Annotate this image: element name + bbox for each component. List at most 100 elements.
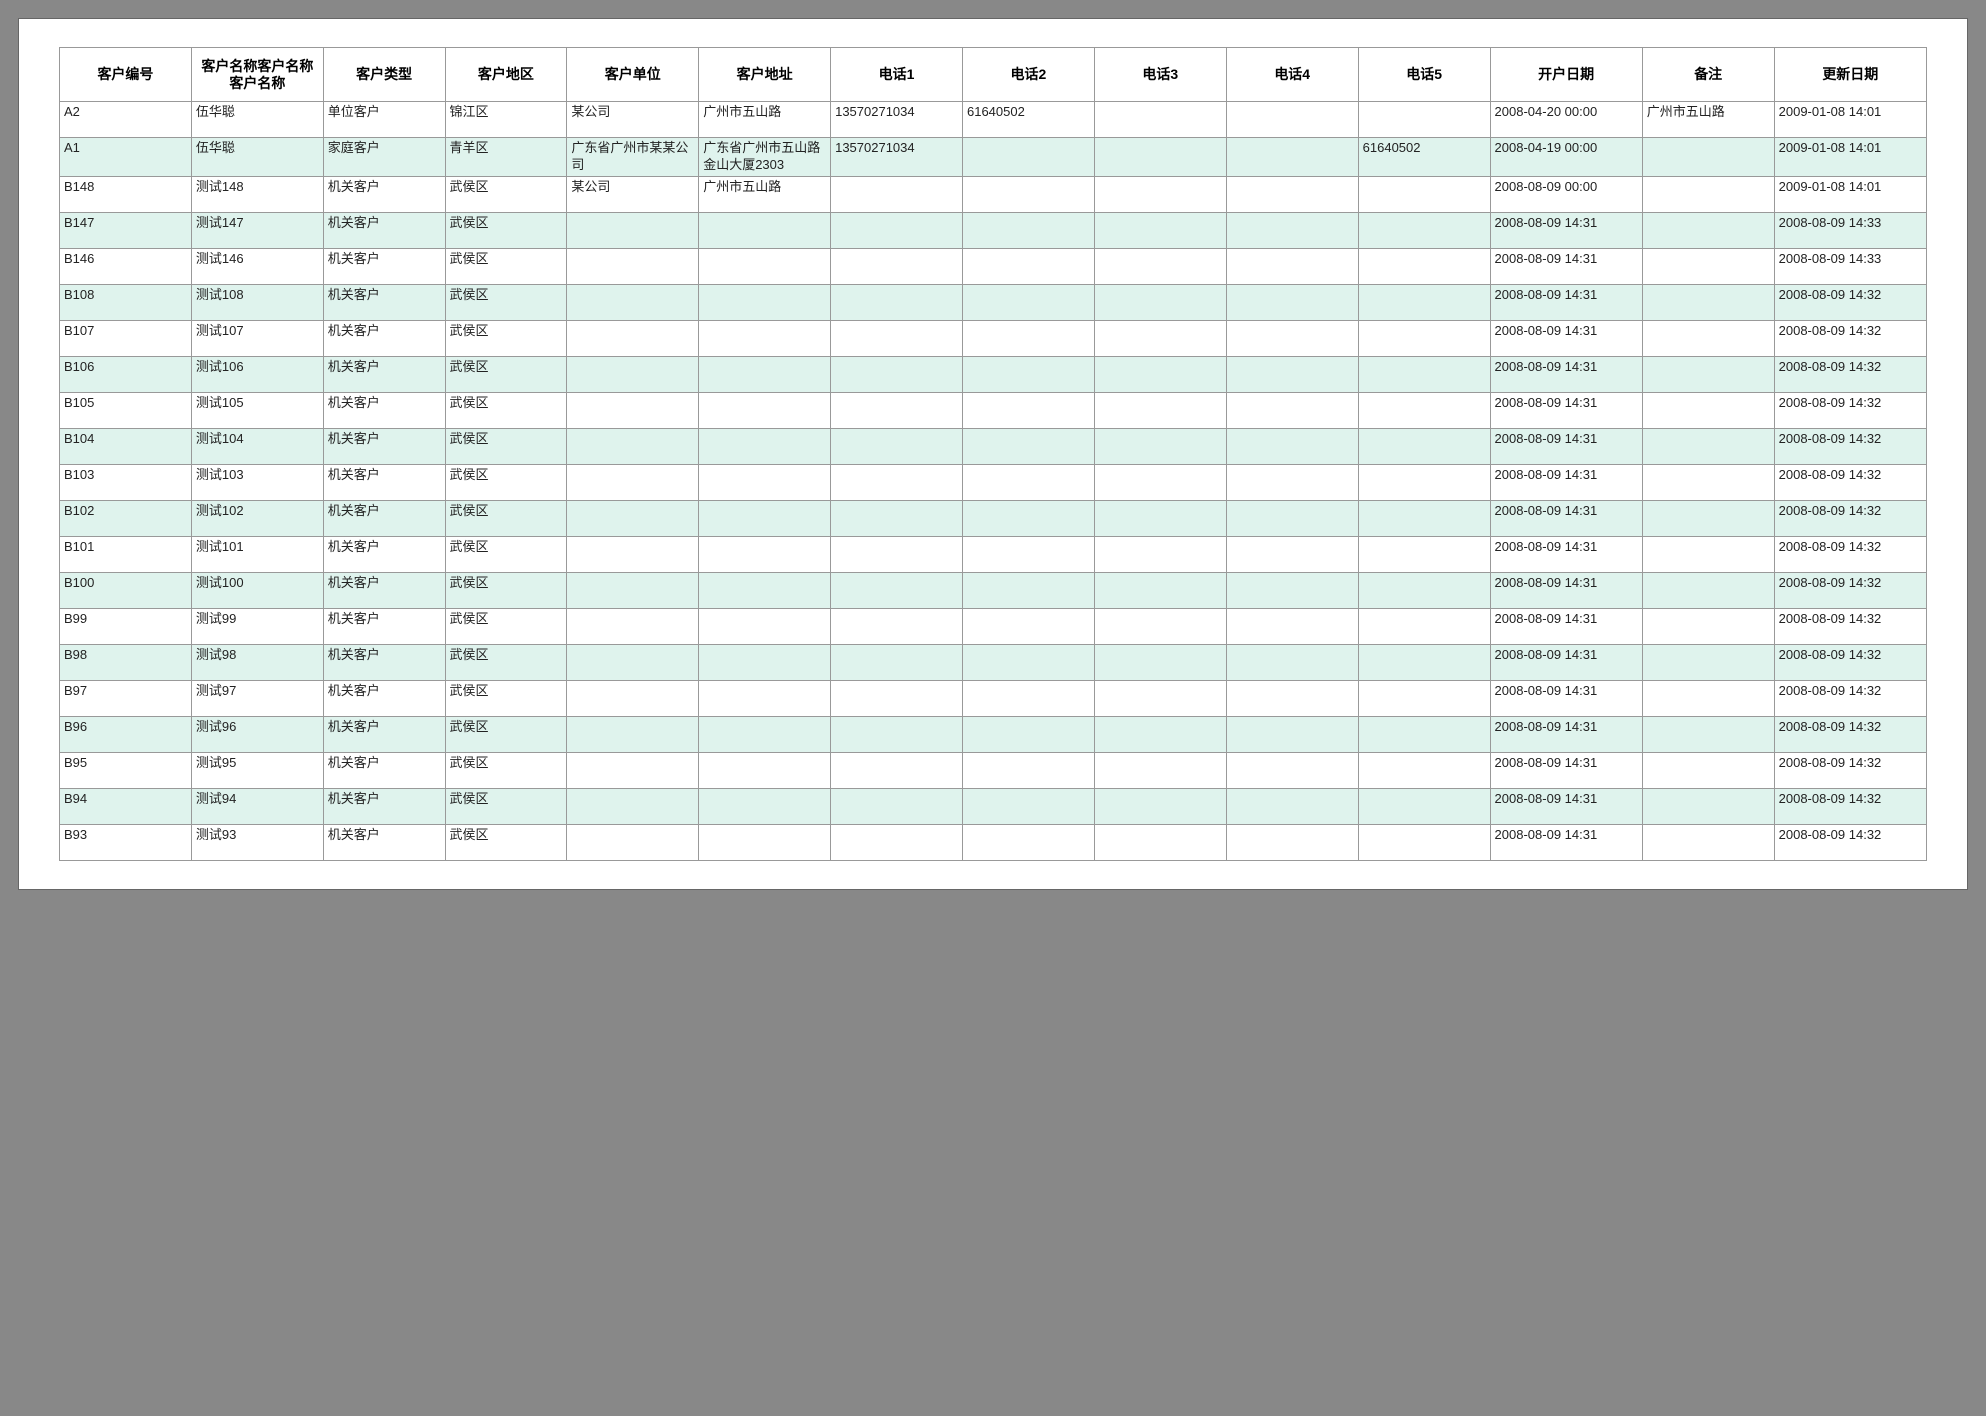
cell-open[interactable]: 2008-08-09 14:31: [1490, 680, 1642, 716]
table-row[interactable]: B93测试93机关客户武侯区2008-08-09 14:312008-08-09…: [60, 824, 1927, 860]
cell-name[interactable]: 测试94: [191, 788, 323, 824]
cell-update[interactable]: 2008-08-09 14:32: [1774, 536, 1926, 572]
cell-addr[interactable]: [699, 572, 831, 608]
cell-tel1[interactable]: [831, 536, 963, 572]
table-row[interactable]: B100测试100机关客户武侯区2008-08-09 14:312008-08-…: [60, 572, 1927, 608]
cell-area[interactable]: 武侯区: [445, 788, 567, 824]
cell-remark[interactable]: [1642, 284, 1774, 320]
cell-tel3[interactable]: [1094, 284, 1226, 320]
cell-unit[interactable]: [567, 356, 699, 392]
cell-open[interactable]: 2008-08-09 14:31: [1490, 248, 1642, 284]
cell-area[interactable]: 武侯区: [445, 248, 567, 284]
cell-area[interactable]: 武侯区: [445, 680, 567, 716]
cell-open[interactable]: 2008-08-09 14:31: [1490, 788, 1642, 824]
cell-tel5[interactable]: [1358, 608, 1490, 644]
cell-tel3[interactable]: [1094, 752, 1226, 788]
cell-type[interactable]: 机关客户: [323, 356, 445, 392]
cell-remark[interactable]: [1642, 356, 1774, 392]
cell-open[interactable]: 2008-08-09 14:31: [1490, 716, 1642, 752]
cell-unit[interactable]: [567, 212, 699, 248]
cell-name[interactable]: 测试107: [191, 320, 323, 356]
cell-tel3[interactable]: [1094, 392, 1226, 428]
cell-tel3[interactable]: [1094, 572, 1226, 608]
cell-update[interactable]: 2008-08-09 14:33: [1774, 212, 1926, 248]
cell-update[interactable]: 2008-08-09 14:32: [1774, 788, 1926, 824]
cell-open[interactable]: 2008-08-09 14:31: [1490, 824, 1642, 860]
cell-open[interactable]: 2008-08-09 14:31: [1490, 284, 1642, 320]
cell-update[interactable]: 2008-08-09 14:32: [1774, 500, 1926, 536]
table-row[interactable]: B98测试98机关客户武侯区2008-08-09 14:312008-08-09…: [60, 644, 1927, 680]
cell-tel5[interactable]: [1358, 320, 1490, 356]
cell-tel3[interactable]: [1094, 356, 1226, 392]
header-tel3[interactable]: 电话3: [1094, 48, 1226, 102]
cell-area[interactable]: 武侯区: [445, 464, 567, 500]
cell-remark[interactable]: [1642, 212, 1774, 248]
cell-name[interactable]: 测试98: [191, 644, 323, 680]
cell-tel5[interactable]: [1358, 284, 1490, 320]
cell-tel2[interactable]: [962, 500, 1094, 536]
cell-tel3[interactable]: [1094, 138, 1226, 177]
cell-tel2[interactable]: [962, 320, 1094, 356]
cell-type[interactable]: 机关客户: [323, 680, 445, 716]
cell-tel2[interactable]: [962, 536, 1094, 572]
cell-id[interactable]: B96: [60, 716, 192, 752]
cell-tel1[interactable]: [831, 464, 963, 500]
cell-update[interactable]: 2009-01-08 14:01: [1774, 176, 1926, 212]
cell-remark[interactable]: [1642, 392, 1774, 428]
cell-id[interactable]: B107: [60, 320, 192, 356]
cell-tel2[interactable]: [962, 608, 1094, 644]
cell-tel5[interactable]: [1358, 824, 1490, 860]
cell-remark[interactable]: [1642, 138, 1774, 177]
cell-tel4[interactable]: [1226, 212, 1358, 248]
cell-unit[interactable]: [567, 716, 699, 752]
cell-tel1[interactable]: 13570271034: [831, 138, 963, 177]
cell-area[interactable]: 青羊区: [445, 138, 567, 177]
cell-tel4[interactable]: [1226, 752, 1358, 788]
cell-area[interactable]: 武侯区: [445, 356, 567, 392]
cell-id[interactable]: B100: [60, 572, 192, 608]
cell-open[interactable]: 2008-08-09 14:31: [1490, 356, 1642, 392]
cell-tel4[interactable]: [1226, 716, 1358, 752]
cell-area[interactable]: 武侯区: [445, 284, 567, 320]
cell-tel3[interactable]: [1094, 788, 1226, 824]
cell-open[interactable]: 2008-08-09 14:31: [1490, 464, 1642, 500]
cell-tel3[interactable]: [1094, 464, 1226, 500]
cell-type[interactable]: 机关客户: [323, 212, 445, 248]
cell-remark[interactable]: [1642, 248, 1774, 284]
header-tel5[interactable]: 电话5: [1358, 48, 1490, 102]
cell-id[interactable]: B97: [60, 680, 192, 716]
cell-addr[interactable]: [699, 428, 831, 464]
cell-name[interactable]: 测试95: [191, 752, 323, 788]
cell-tel4[interactable]: [1226, 284, 1358, 320]
header-open-date[interactable]: 开户日期: [1490, 48, 1642, 102]
cell-addr[interactable]: [699, 356, 831, 392]
cell-tel1[interactable]: [831, 824, 963, 860]
cell-unit[interactable]: [567, 500, 699, 536]
cell-id[interactable]: B95: [60, 752, 192, 788]
cell-id[interactable]: A1: [60, 138, 192, 177]
cell-type[interactable]: 机关客户: [323, 824, 445, 860]
cell-unit[interactable]: [567, 824, 699, 860]
cell-id[interactable]: A2: [60, 102, 192, 138]
cell-area[interactable]: 锦江区: [445, 102, 567, 138]
cell-open[interactable]: 2008-04-19 00:00: [1490, 138, 1642, 177]
header-remark[interactable]: 备注: [1642, 48, 1774, 102]
cell-tel1[interactable]: [831, 788, 963, 824]
cell-remark[interactable]: 广州市五山路: [1642, 102, 1774, 138]
cell-name[interactable]: 测试104: [191, 428, 323, 464]
cell-tel3[interactable]: [1094, 644, 1226, 680]
cell-unit[interactable]: [567, 284, 699, 320]
cell-tel1[interactable]: [831, 356, 963, 392]
cell-update[interactable]: 2008-08-09 14:32: [1774, 320, 1926, 356]
cell-tel5[interactable]: [1358, 176, 1490, 212]
header-customer-unit[interactable]: 客户单位: [567, 48, 699, 102]
cell-id[interactable]: B147: [60, 212, 192, 248]
cell-type[interactable]: 机关客户: [323, 788, 445, 824]
cell-tel1[interactable]: [831, 608, 963, 644]
cell-update[interactable]: 2008-08-09 14:32: [1774, 464, 1926, 500]
cell-id[interactable]: B102: [60, 500, 192, 536]
cell-tel1[interactable]: [831, 212, 963, 248]
cell-tel5[interactable]: [1358, 644, 1490, 680]
cell-tel1[interactable]: [831, 644, 963, 680]
cell-addr[interactable]: [699, 464, 831, 500]
